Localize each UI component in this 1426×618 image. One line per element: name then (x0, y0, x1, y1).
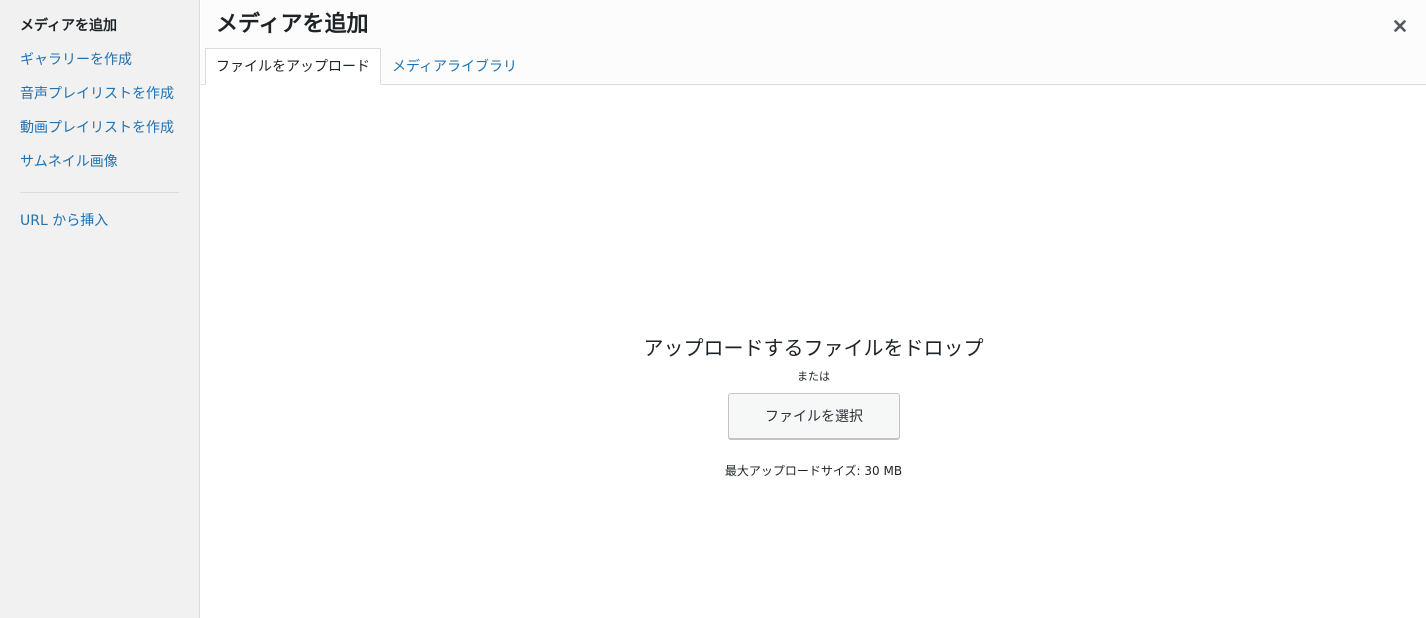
max-upload-size: 最大アップロードサイズ: 30 MB (724, 464, 903, 478)
media-menu-sidebar: メディアを追加 ギャラリーを作成 音声プレイリストを作成 動画プレイリストを作成… (0, 0, 200, 618)
menu-item-featured-image[interactable]: サムネイル画像 (20, 152, 118, 172)
close-icon (1394, 20, 1406, 32)
tab-media-library[interactable]: メディアライブラリ (381, 48, 528, 85)
menu-item-create-video-playlist[interactable]: 動画プレイリストを作成 (20, 118, 174, 138)
tab-upload-files[interactable]: ファイルをアップロード (205, 48, 381, 85)
menu-item-insert-from-url[interactable]: URL から挿入 (20, 211, 108, 231)
menu-item-create-gallery[interactable]: ギャラリーを作成 (20, 50, 132, 70)
modal-title: メディアを追加 (216, 12, 369, 37)
menu-separator (20, 192, 179, 193)
menu-item-create-audio-playlist[interactable]: 音声プレイリストを作成 (20, 84, 174, 104)
select-files-button[interactable]: ファイルを選択 (728, 393, 900, 439)
drop-instructions: アップロードするファイルをドロップ (643, 336, 984, 360)
or-label: または (797, 370, 830, 383)
close-button[interactable] (1388, 14, 1412, 38)
upload-drop-zone[interactable]: アップロードするファイルをドロップ または ファイルを選択 最大アップロードサイ… (201, 85, 1426, 618)
menu-item-add-media[interactable]: メディアを追加 (20, 16, 117, 36)
